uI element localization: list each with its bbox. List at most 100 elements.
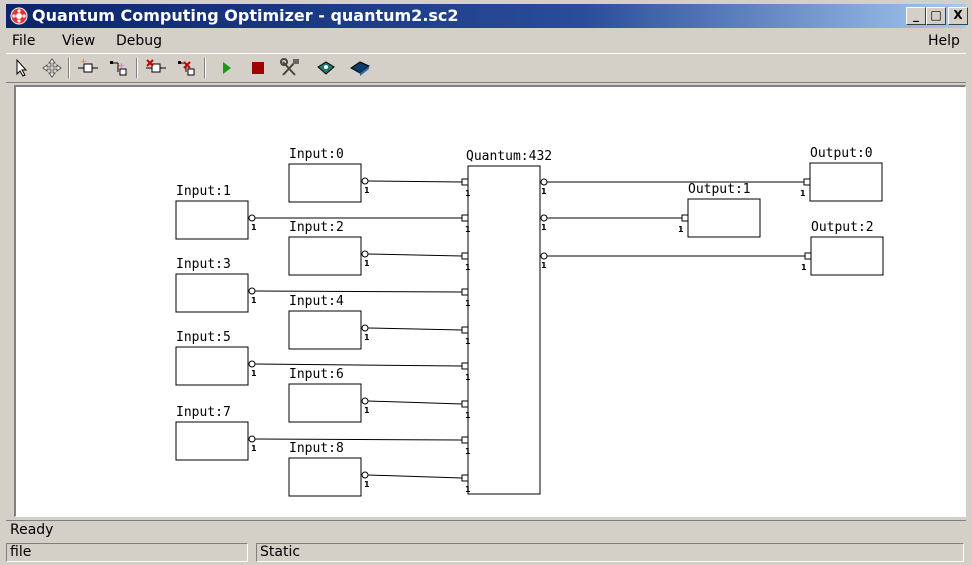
quantum-output-port[interactable]: [540, 252, 548, 260]
svg-text:+: +: [118, 61, 125, 70]
output-gate-0[interactable]: [803, 162, 883, 202]
output-port[interactable]: [248, 435, 256, 443]
quantum-input-port[interactable]: [461, 178, 469, 186]
select-arrow-icon[interactable]: [10, 57, 34, 79]
add-input-icon[interactable]: +: [76, 57, 100, 79]
pin-number: 1: [465, 373, 471, 382]
input-gate-8[interactable]: [288, 457, 369, 497]
output-gate-label: Output:1: [688, 182, 751, 197]
book-icon[interactable]: [348, 57, 372, 79]
wire: [254, 363, 463, 367]
title-bar[interactable]: Quantum Computing Optimizer - quantum2.s…: [6, 4, 968, 28]
input-gate-label: Input:5: [176, 330, 231, 345]
quantum-input-port[interactable]: [461, 288, 469, 296]
input-gate-2[interactable]: [288, 236, 369, 276]
pin-number: 1: [465, 263, 471, 272]
maximize-button[interactable]: □: [926, 7, 946, 25]
input-gate-label: Input:7: [176, 405, 231, 420]
pin-number: 1: [251, 369, 257, 378]
pin-number: 1: [465, 337, 471, 346]
quantum-input-port[interactable]: [461, 252, 469, 260]
pin-number: 1: [465, 411, 471, 420]
pin-number: 1: [465, 447, 471, 456]
input-port[interactable]: [681, 214, 689, 222]
toolbar-separator: [68, 58, 70, 78]
window-title: Quantum Computing Optimizer - quantum2.s…: [32, 6, 459, 25]
pin-number: 1: [800, 189, 806, 198]
quantum-input-port[interactable]: [461, 214, 469, 222]
input-gate-3[interactable]: [175, 273, 256, 313]
pin-number: 1: [364, 186, 370, 195]
input-port[interactable]: [803, 178, 811, 186]
close-button[interactable]: X: [948, 7, 968, 25]
input-gate-label: Input:6: [289, 367, 344, 382]
quantum-input-port[interactable]: [461, 400, 469, 408]
input-gate-1[interactable]: [175, 200, 256, 240]
toolbar-separator: [204, 58, 206, 78]
step-icon[interactable]: [314, 57, 338, 79]
menu-help[interactable]: Help: [928, 32, 960, 50]
svg-text:+: +: [80, 57, 87, 66]
toolbar: + +: [6, 53, 966, 83]
minimize-button[interactable]: _: [906, 7, 926, 25]
wire: [367, 253, 463, 257]
pin-number: 1: [465, 485, 471, 494]
menu-bar: File View Debug Help: [6, 30, 966, 52]
output-port[interactable]: [361, 471, 369, 479]
application-window: Quantum Computing Optimizer - quantum2.s…: [0, 0, 972, 565]
quantum-input-port[interactable]: [461, 436, 469, 444]
pin-number: 1: [364, 480, 370, 489]
status-bar: file Static: [6, 542, 966, 563]
quantum-input-port[interactable]: [461, 362, 469, 370]
output-gate-2[interactable]: [804, 236, 884, 276]
quantum-gate[interactable]: [461, 165, 548, 495]
status-pane-file: file: [6, 543, 248, 562]
pin-number: 1: [251, 296, 257, 305]
wire: [254, 290, 463, 293]
input-gate-5[interactable]: [175, 346, 256, 386]
quantum-input-port[interactable]: [461, 326, 469, 334]
wire: [367, 474, 463, 479]
output-port[interactable]: [361, 324, 369, 332]
pin-number: 1: [364, 406, 370, 415]
menu-file[interactable]: File: [12, 32, 35, 50]
stop-icon[interactable]: [246, 57, 270, 79]
input-gate-label: Input:1: [176, 184, 231, 199]
tools-icon[interactable]: [278, 57, 302, 79]
output-port[interactable]: [248, 360, 256, 368]
quantum-input-port[interactable]: [461, 474, 469, 482]
status-message: Ready: [10, 522, 54, 538]
output-gate-1[interactable]: [681, 198, 761, 238]
pin-number: 1: [251, 223, 257, 232]
input-gate-label: Input:0: [289, 147, 344, 162]
menu-view[interactable]: View: [62, 32, 95, 50]
remove-input-icon[interactable]: [144, 57, 168, 79]
add-output-icon[interactable]: +: [106, 57, 130, 79]
status-pane-static: Static: [256, 543, 964, 562]
output-gate-label: Output:2: [811, 220, 874, 235]
remove-output-icon[interactable]: [174, 57, 198, 79]
output-port[interactable]: [361, 397, 369, 405]
run-icon[interactable]: [214, 57, 238, 79]
output-port[interactable]: [248, 287, 256, 295]
input-gate-0[interactable]: [288, 163, 369, 203]
output-port[interactable]: [361, 250, 369, 258]
wire: [367, 327, 463, 331]
input-gate-6[interactable]: [288, 383, 369, 423]
move-icon[interactable]: [40, 57, 64, 79]
menu-debug[interactable]: Debug: [116, 32, 162, 50]
pin-number: 1: [364, 259, 370, 268]
pin-number: 1: [465, 225, 471, 234]
input-port[interactable]: [804, 252, 812, 260]
input-gate-7[interactable]: [175, 421, 256, 461]
pin-number: 1: [541, 223, 547, 232]
diagram-canvas[interactable]: Quantum:432 Input:0 1 1 Input:1 1 1 Input:2 1 1 In…: [14, 85, 966, 517]
quantum-output-port[interactable]: [540, 178, 548, 186]
pin-number: 1: [364, 333, 370, 342]
output-port[interactable]: [361, 177, 369, 185]
wire: [367, 180, 463, 183]
input-gate-label: Input:2: [289, 220, 344, 235]
input-gate-4[interactable]: [288, 310, 369, 350]
quantum-output-port[interactable]: [540, 214, 548, 222]
output-port[interactable]: [248, 214, 256, 222]
